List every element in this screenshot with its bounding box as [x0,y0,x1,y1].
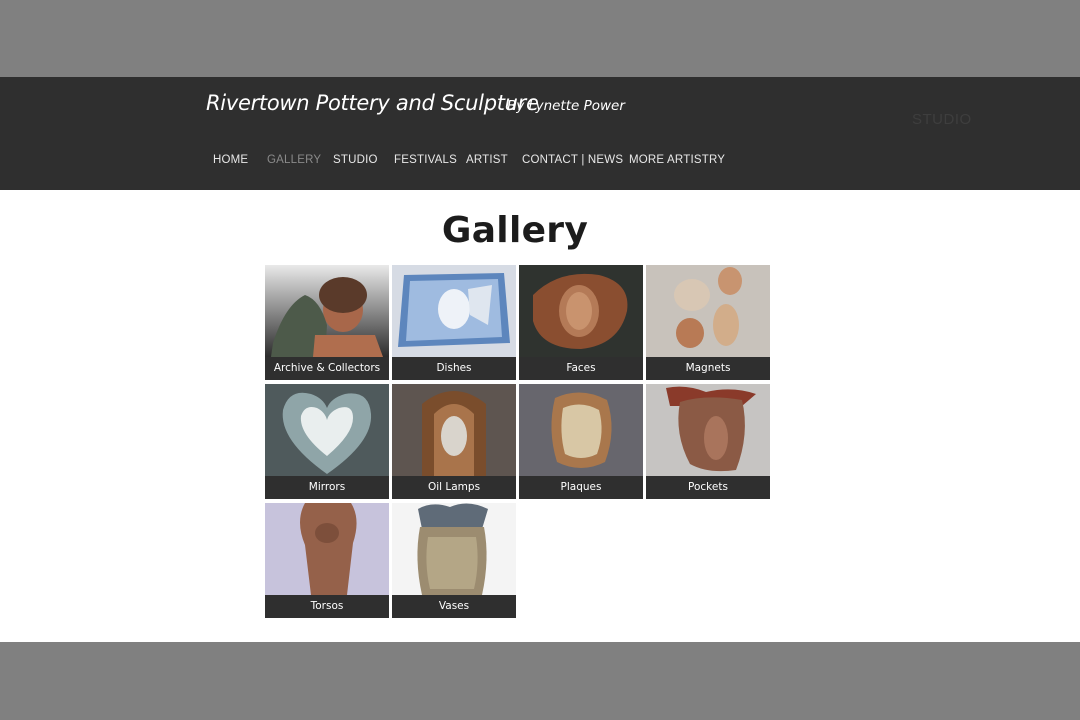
gallery-tile-dishes[interactable]: Dishes [392,265,516,380]
nav-item-gallery[interactable]: GALLERY [267,154,321,166]
nav-item-home[interactable]: HOME [213,154,248,166]
pockets-thumbnail [646,384,770,476]
site-subtitle: By Lynette Power [507,98,625,114]
site-header: Rivertown Pottery and Sculpture By Lynet… [0,77,1080,190]
gallery-tile-oil-lamps[interactable]: Oil Lamps [392,384,516,499]
gallery-tile-mirrors[interactable]: Mirrors [265,384,389,499]
vases-thumbnail [392,503,516,595]
dishes-thumbnail [392,265,516,357]
tile-caption: Archive & Collectors [265,357,389,380]
gallery-tile-archive-collectors[interactable]: Archive & Collectors [265,265,389,380]
tile-caption: Vases [392,595,516,618]
nav-item-artist[interactable]: ARTIST [466,154,508,166]
tile-caption: Oil Lamps [392,476,516,499]
nav-item-contact-news[interactable]: CONTACT | NEWS [522,154,623,166]
nav-item-more-artistry[interactable]: MORE ARTISTRY [629,154,725,166]
gallery-tile-faces[interactable]: Faces [519,265,643,380]
tile-caption: Dishes [392,357,516,380]
gallery-grid: Archive & Collectors Dishes Faces Magnet… [265,265,771,618]
gallery-tile-magnets[interactable]: Magnets [646,265,770,380]
magnets-thumbnail [646,265,770,357]
tile-caption: Plaques [519,476,643,499]
gallery-tile-pockets[interactable]: Pockets [646,384,770,499]
tile-caption: Mirrors [265,476,389,499]
torsos-thumbnail [265,503,389,595]
tile-caption: Pockets [646,476,770,499]
tile-caption: Magnets [646,357,770,380]
tile-caption: Torsos [265,595,389,618]
oil-lamps-thumbnail [392,384,516,476]
faces-thumbnail [519,265,643,357]
nav-item-studio[interactable]: STUDIO [333,154,378,166]
gallery-tile-torsos[interactable]: Torsos [265,503,389,618]
main-content: Gallery Archive & Collectors Dishes Face… [0,190,1080,642]
plaques-thumbnail [519,384,643,476]
page-title: Gallery [441,210,589,251]
site-title[interactable]: Rivertown Pottery and Sculpture [206,91,539,115]
nav-item-festivals[interactable]: FESTIVALS [394,154,457,166]
gallery-tile-plaques[interactable]: Plaques [519,384,643,499]
main-nav: HOME GALLERY STUDIO FESTIVALS ARTIST CON… [0,154,1080,172]
tile-caption: Faces [519,357,643,380]
gallery-tile-vases[interactable]: Vases [392,503,516,618]
mirrors-thumbnail [265,384,389,476]
ghost-label: STUDIO [912,111,972,128]
archive-collectors-thumbnail [265,265,389,357]
